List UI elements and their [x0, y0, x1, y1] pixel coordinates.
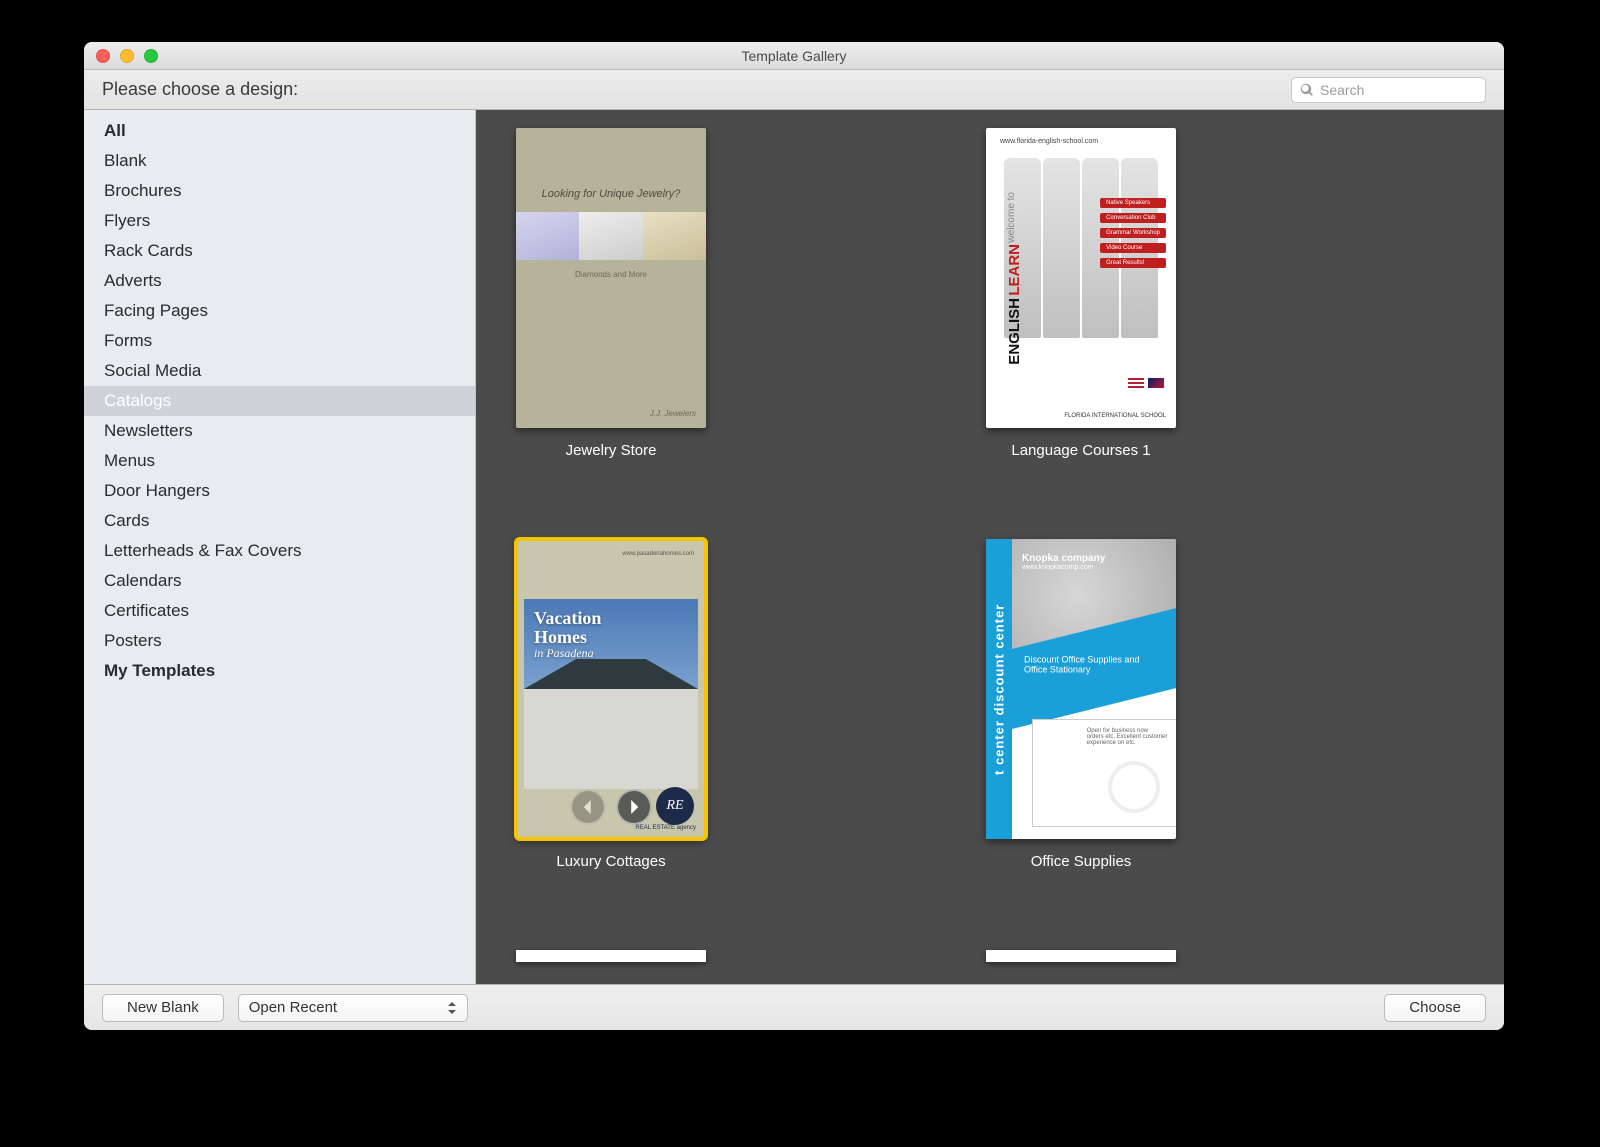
template-thumbnail[interactable]: www.pasadenahomes.comVacationHomesin Pas… [516, 539, 706, 839]
template-caption: Luxury Cottages [556, 853, 665, 870]
header-prompt: Please choose a design: [102, 79, 298, 100]
prev-page-button[interactable] [570, 789, 606, 825]
minimize-icon[interactable] [120, 49, 134, 63]
sidebar-item-calendars[interactable]: Calendars [84, 566, 475, 596]
sidebar-item-flyers[interactable]: Flyers [84, 206, 475, 236]
page-navigator [570, 789, 652, 825]
template-thumbnail[interactable]: t center discount centerKnopka companyww… [986, 539, 1176, 839]
sidebar-item-all[interactable]: All [84, 116, 475, 146]
template-grid: Looking for Unique Jewelry?Diamonds and … [516, 128, 1464, 962]
template-card[interactable]: www.florida-english-school.comwelcome to… [986, 128, 1176, 459]
sidebar-item-adverts[interactable]: Adverts [84, 266, 475, 296]
close-icon[interactable] [96, 49, 110, 63]
sidebar-item-forms[interactable]: Forms [84, 326, 475, 356]
footer: New Blank Open Recent Choose [84, 984, 1504, 1030]
sidebar-item-facing-pages[interactable]: Facing Pages [84, 296, 475, 326]
sidebar-item-cards[interactable]: Cards [84, 506, 475, 536]
open-recent-select[interactable]: Open Recent [238, 994, 468, 1022]
sidebar-item-brochures[interactable]: Brochures [84, 176, 475, 206]
sidebar-item-posters[interactable]: Posters [84, 626, 475, 656]
sidebar-item-social-media[interactable]: Social Media [84, 356, 475, 386]
template-thumbnail[interactable] [986, 950, 1176, 962]
template-thumbnail[interactable]: Looking for Unique Jewelry?Diamonds and … [516, 128, 706, 428]
sidebar-item-catalogs[interactable]: Catalogs [84, 386, 475, 416]
chevron-updown-icon [447, 1002, 457, 1014]
template-card[interactable]: www.pasadenahomes.comVacationHomesin Pas… [516, 539, 706, 870]
traffic-lights [96, 49, 158, 63]
header: Please choose a design: Search [84, 70, 1504, 110]
template-caption: Office Supplies [1031, 853, 1132, 870]
zoom-icon[interactable] [144, 49, 158, 63]
sidebar-item-certificates[interactable]: Certificates [84, 596, 475, 626]
template-card[interactable]: t center discount centerKnopka companyww… [986, 539, 1176, 870]
search-input[interactable]: Search [1291, 77, 1486, 103]
sidebar-item-door-hangers[interactable]: Door Hangers [84, 476, 475, 506]
sidebar-item-menus[interactable]: Menus [84, 446, 475, 476]
open-recent-label: Open Recent [249, 999, 337, 1016]
sidebar-item-rack-cards[interactable]: Rack Cards [84, 236, 475, 266]
choose-button[interactable]: Choose [1384, 994, 1486, 1022]
window: Template Gallery Please choose a design:… [84, 42, 1504, 1030]
template-card[interactable]: Looking for Unique Jewelry?Diamonds and … [516, 128, 706, 459]
next-page-button[interactable] [616, 789, 652, 825]
new-blank-button[interactable]: New Blank [102, 994, 224, 1022]
sidebar-item-newsletters[interactable]: Newsletters [84, 416, 475, 446]
body: AllBlankBrochuresFlyersRack CardsAdverts… [84, 110, 1504, 984]
search-placeholder: Search [1320, 82, 1364, 98]
sidebar-item-letterheads-fax-covers[interactable]: Letterheads & Fax Covers [84, 536, 475, 566]
template-thumbnail[interactable] [516, 950, 706, 962]
sidebar-item-blank[interactable]: Blank [84, 146, 475, 176]
template-caption: Language Courses 1 [1011, 442, 1150, 459]
titlebar: Template Gallery [84, 42, 1504, 70]
search-icon [1300, 83, 1314, 97]
template-thumbnail[interactable]: www.florida-english-school.comwelcome to… [986, 128, 1176, 428]
gallery: Looking for Unique Jewelry?Diamonds and … [476, 110, 1504, 984]
sidebar: AllBlankBrochuresFlyersRack CardsAdverts… [84, 110, 476, 984]
sidebar-item-my-templates[interactable]: My Templates [84, 656, 475, 686]
window-title: Template Gallery [741, 48, 846, 64]
template-caption: Jewelry Store [566, 442, 657, 459]
